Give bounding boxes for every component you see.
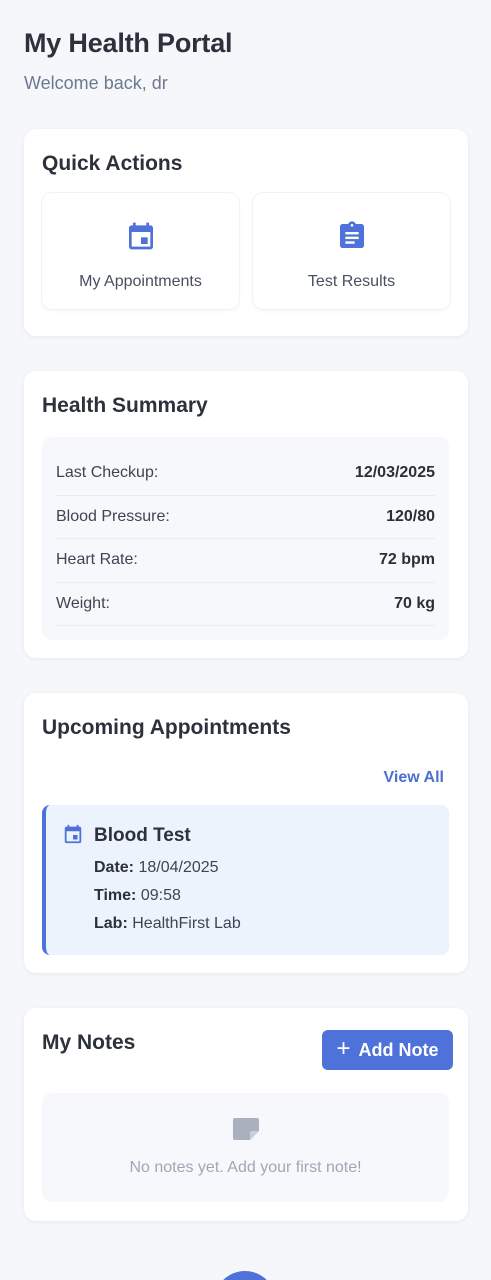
- page: My Health Portal Welcome back, dr Quick …: [0, 0, 491, 1280]
- appointment-time-value: 09:58: [140, 887, 181, 904]
- appointment-time-label: Time:: [94, 887, 137, 904]
- summary-label: Last Checkup:: [56, 464, 159, 482]
- summary-label: Blood Pressure:: [56, 507, 170, 525]
- summary-value: 72 bpm: [378, 551, 435, 569]
- note-icon: [232, 1118, 259, 1140]
- my-appointments-button[interactable]: My Appointments: [42, 193, 239, 309]
- welcome-text: Welcome back, dr: [24, 73, 168, 93]
- summary-row-blood-pressure: Blood Pressure: 120/80: [56, 496, 435, 539]
- appointment-date: Date: 18/04/2025: [94, 859, 219, 877]
- calendar-icon: [128, 222, 153, 250]
- appointment-date-label: Date:: [94, 859, 135, 876]
- summary-value: 12/03/2025: [354, 464, 435, 482]
- appointment-title: Blood Test: [94, 825, 191, 846]
- summary-row-last-checkup: Last Checkup: 12/03/2025: [56, 452, 435, 496]
- test-results-button[interactable]: Test Results: [253, 193, 450, 309]
- my-appointments-label: My Appointments: [79, 273, 202, 290]
- appointment-lab-value: HealthFirst Lab: [132, 915, 241, 932]
- header: My Health Portal Welcome back, dr: [24, 28, 233, 94]
- floating-action-button[interactable]: [214, 1271, 276, 1280]
- health-summary-card: Health Summary Last Checkup: 12/03/2025 …: [24, 371, 468, 658]
- summary-label: Heart Rate:: [56, 551, 138, 569]
- health-summary-title: Health Summary: [42, 394, 208, 417]
- health-summary-list: Last Checkup: 12/03/2025 Blood Pressure:…: [42, 437, 449, 640]
- quick-actions-card: Quick Actions My Appointments Test Resul…: [24, 129, 468, 336]
- summary-row-heart-rate: Heart Rate: 72 bpm: [56, 539, 435, 583]
- calendar-icon: [64, 824, 82, 844]
- quick-actions-title: Quick Actions: [42, 152, 183, 175]
- notes-empty-state: No notes yet. Add your first note!: [42, 1093, 449, 1202]
- appointment-time: Time: 09:58: [94, 887, 181, 905]
- add-note-label: Add Note: [358, 1039, 439, 1060]
- summary-value: 70 kg: [394, 594, 435, 612]
- appointment-lab: Lab: HealthFirst Lab: [94, 915, 241, 933]
- plus-icon: +: [336, 1035, 351, 1062]
- appointment-date-value: 18/04/2025: [138, 859, 219, 876]
- summary-row-weight: Weight: 70 kg: [56, 583, 435, 626]
- summary-label: Weight:: [56, 594, 110, 612]
- page-title: My Health Portal: [24, 28, 233, 58]
- appointment-lab-label: Lab:: [94, 915, 128, 932]
- clipboard-icon: [339, 221, 364, 248]
- notes-empty-text: No notes yet. Add your first note!: [129, 1159, 362, 1176]
- view-all-link[interactable]: View All: [384, 769, 444, 787]
- test-results-label: Test Results: [307, 273, 396, 290]
- add-note-button[interactable]: + Add Note: [322, 1030, 453, 1070]
- upcoming-appointments-title: Upcoming Appointments: [42, 716, 291, 739]
- appointment-item[interactable]: Blood Test Date: 18/04/2025 Time: 09:58 …: [42, 805, 449, 955]
- my-notes-card: My Notes + Add Note No notes yet. Add yo…: [24, 1008, 468, 1221]
- upcoming-appointments-card: Upcoming Appointments View All Blood Tes…: [24, 693, 468, 973]
- my-notes-title: My Notes: [42, 1031, 136, 1054]
- summary-value: 120/80: [386, 507, 435, 525]
